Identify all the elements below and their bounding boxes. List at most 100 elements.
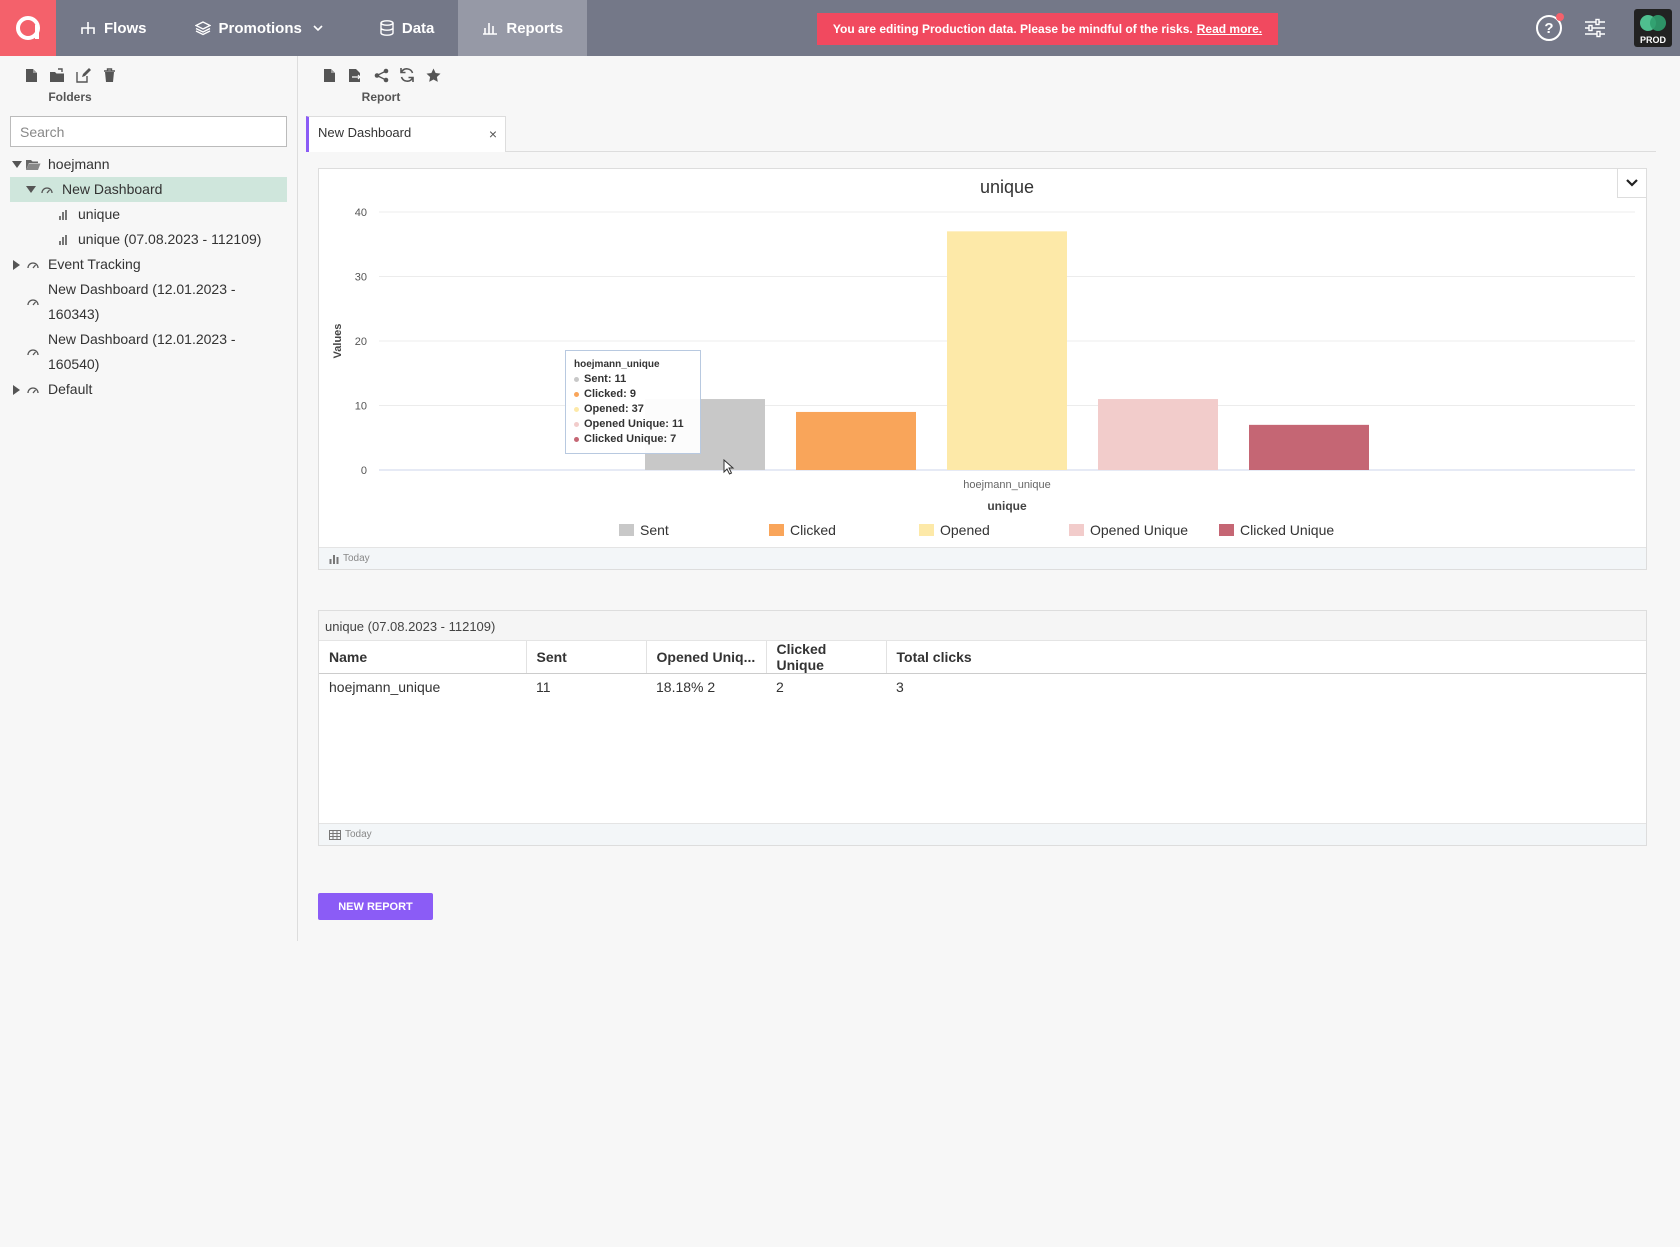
- tree-label: New Dashboard: [62, 181, 163, 197]
- y-tick-label: 10: [355, 401, 367, 413]
- tree-item-unique[interactable]: unique: [10, 202, 287, 227]
- y-tick-label: 20: [355, 336, 367, 348]
- tree-item-new-dashboard[interactable]: New Dashboard: [10, 177, 287, 202]
- edit-icon[interactable]: [74, 66, 92, 84]
- cell-name: hoejmann_unique: [329, 678, 441, 695]
- table-card-footer: Today: [319, 823, 1646, 845]
- column-header-clicked-unique[interactable]: Clicked Unique: [766, 641, 887, 674]
- tooltip-title: hoejmann_unique: [574, 359, 660, 370]
- top-nav-bar: Flows Promotions Data Reports You are ed…: [0, 0, 1680, 56]
- nav-data[interactable]: Data: [356, 0, 459, 56]
- report-toolbar: Report: [320, 66, 442, 104]
- tab-close-icon[interactable]: ×: [489, 126, 497, 142]
- chart-menu-toggle[interactable]: [1617, 169, 1646, 198]
- tree-label: hoejmann: [48, 156, 110, 172]
- dashboard-icon: [24, 277, 42, 327]
- folders-caption: Folders: [48, 90, 92, 104]
- chart-tooltip: hoejmann_unique Sent: 11 Clicked: 9 Open…: [565, 350, 701, 454]
- chevron-down-icon: [313, 25, 323, 32]
- tooltip-row-text: Opened: 37: [584, 403, 644, 415]
- chevron-down-icon: [1626, 179, 1638, 187]
- sidebar: Folders hoejmann New Dashboard unique un…: [0, 56, 298, 941]
- new-report-icon[interactable]: [320, 66, 338, 84]
- legend-swatch: [1219, 524, 1234, 536]
- chart-card: unique 0 10 20 30 40 Values hoejmann_unique uniq…: [318, 168, 1647, 570]
- export-icon[interactable]: [346, 66, 364, 84]
- tree-item-default[interactable]: Default: [10, 377, 287, 402]
- tree-item-event-tracking[interactable]: Event Tracking: [10, 252, 287, 277]
- environment-label: PROD: [1639, 35, 1666, 45]
- nav-promotions[interactable]: Promotions: [171, 0, 356, 56]
- sidebar-search-input[interactable]: [10, 116, 287, 147]
- table-card: unique (07.08.2023 - 112109) Name Sent O…: [318, 610, 1647, 846]
- cell-sent: 11: [536, 678, 551, 695]
- settings-sliders-icon[interactable]: [1584, 18, 1606, 38]
- share-icon[interactable]: [372, 66, 390, 84]
- column-header-sent[interactable]: Sent: [526, 641, 647, 674]
- bar-chart-icon: [483, 23, 498, 35]
- legend-label: Opened: [940, 522, 990, 538]
- tree-label-line1: New Dashboard (12.01.2023 -: [48, 281, 236, 297]
- app-logo[interactable]: [0, 0, 56, 56]
- column-header-total-clicks[interactable]: Total clicks: [886, 641, 1646, 674]
- caret-down-icon[interactable]: [10, 152, 24, 177]
- database-icon: [380, 20, 394, 36]
- tooltip-row-text: Sent: 11: [584, 373, 627, 385]
- caret-right-icon[interactable]: [10, 252, 24, 277]
- production-warning-banner: You are editing Production data. Please …: [817, 13, 1278, 45]
- tree-item-dashboard-160343[interactable]: New Dashboard (12.01.2023 - 160343): [10, 277, 287, 327]
- new-folder-icon[interactable]: [48, 66, 66, 84]
- bar-chart-icon: [54, 227, 72, 252]
- nav-flows-label: Flows: [104, 19, 147, 37]
- report-caption: Report: [361, 90, 401, 104]
- legend-label: Clicked Unique: [1240, 522, 1334, 538]
- chart-title: unique: [980, 177, 1034, 197]
- delete-icon[interactable]: [100, 66, 118, 84]
- tree-item-dashboard-160540[interactable]: New Dashboard (12.01.2023 - 160540): [10, 327, 287, 377]
- nav-reports[interactable]: Reports: [458, 0, 588, 56]
- table-card-title: unique (07.08.2023 - 112109): [319, 611, 1646, 641]
- caret-right-icon[interactable]: [10, 377, 24, 402]
- environment-badge[interactable]: PROD: [1634, 9, 1672, 47]
- tree-label: New Dashboard (12.01.2023 - 160540): [48, 327, 236, 377]
- table-footer-label: Today: [345, 829, 372, 840]
- tree-item-unique-dated[interactable]: unique (07.08.2023 - 112109): [10, 227, 287, 252]
- dashboard-icon: [24, 327, 42, 377]
- chart-footer-label: Today: [343, 553, 370, 564]
- x-tick-label: hoejmann_unique: [963, 479, 1050, 491]
- bar-chart-icon: [54, 202, 72, 227]
- chart-card-footer: Today: [319, 547, 1646, 569]
- logo-icon: [16, 16, 40, 40]
- new-file-icon[interactable]: [22, 66, 40, 84]
- help-glyph: ?: [1544, 19, 1554, 37]
- tab-new-dashboard[interactable]: New Dashboard ×: [306, 116, 506, 152]
- nav-flows[interactable]: Flows: [56, 0, 171, 56]
- x-axis-label: unique: [987, 499, 1027, 513]
- banner-read-more-link[interactable]: Read more.: [1197, 22, 1262, 36]
- tree-label-line1: New Dashboard (12.01.2023 -: [48, 331, 236, 347]
- column-header-name[interactable]: Name: [319, 641, 527, 674]
- star-icon[interactable]: [424, 66, 442, 84]
- help-icon[interactable]: ?: [1536, 13, 1564, 41]
- report-table: Name Sent Opened Uniq... Clicked Unique …: [319, 641, 1646, 700]
- new-report-button[interactable]: NEW REPORT: [318, 893, 433, 920]
- legend-label: Sent: [640, 522, 669, 538]
- nav-reports-label: Reports: [506, 19, 564, 37]
- tree-item-hoejmann[interactable]: hoejmann: [10, 152, 287, 177]
- tree-label: Event Tracking: [48, 256, 141, 272]
- legend-swatch: [769, 524, 784, 536]
- bar-chart: unique010203040Valueshoejmann_uniqueuniq…: [332, 177, 1635, 538]
- tab-label: New Dashboard: [318, 125, 412, 140]
- caret-down-icon[interactable]: [24, 177, 38, 202]
- report-tree: hoejmann New Dashboard unique unique (07…: [10, 152, 287, 402]
- bar-chart-icon: [329, 554, 339, 564]
- tooltip-row-text: Clicked: 9: [584, 388, 636, 400]
- banner-text: You are editing Production data. Please …: [832, 22, 1193, 36]
- folder-open-icon: [24, 152, 42, 177]
- tree-label: Default: [48, 381, 93, 397]
- column-header-opened-unique[interactable]: Opened Uniq...: [646, 641, 767, 674]
- tooltip-row-text: Clicked Unique: 7: [584, 433, 677, 445]
- refresh-icon[interactable]: [398, 66, 416, 84]
- table-row[interactable]: hoejmann_unique 11 18.18% 2 2 3: [319, 674, 1646, 700]
- opened-unique-dot: [574, 421, 579, 427]
